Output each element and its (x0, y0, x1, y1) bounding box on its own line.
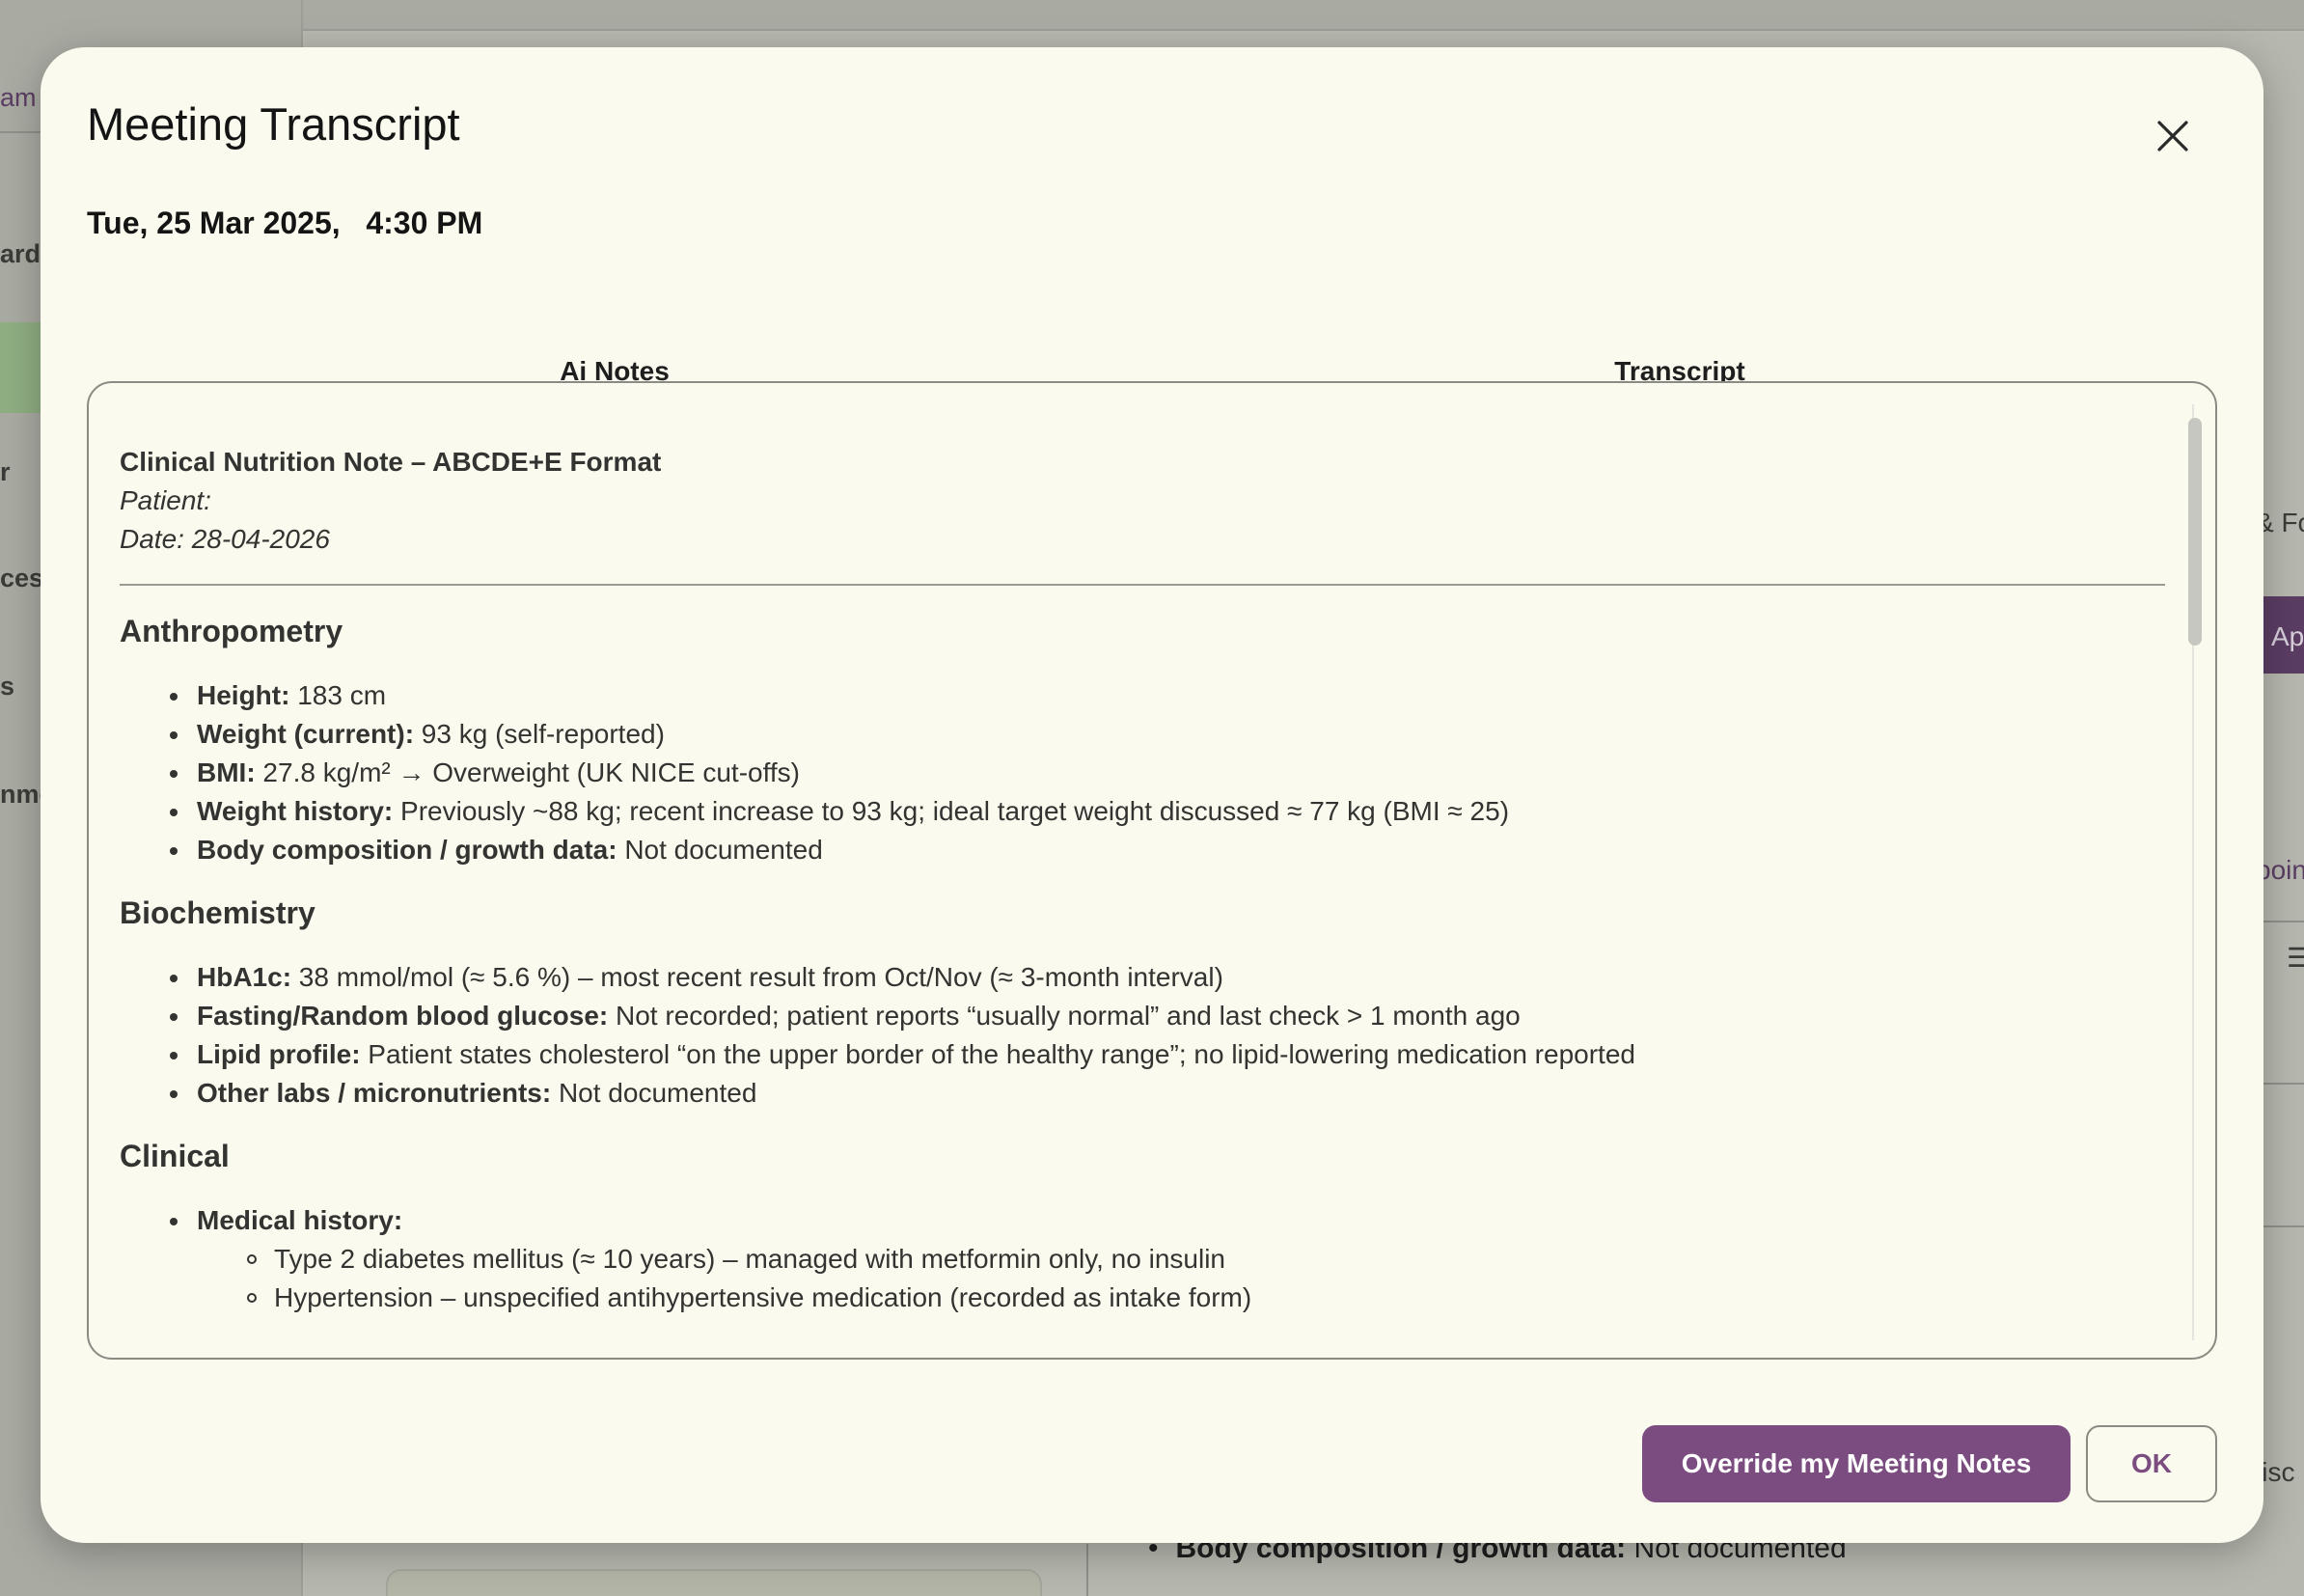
background-active-nav-highlight (0, 322, 41, 413)
list-item: Lipid profile: Patient states cholestero… (170, 1035, 2165, 1074)
ai-notes-content: Clinical Nutrition Note – ABCDE+E Format… (120, 443, 2165, 1338)
note-date: Date: 28-04-2026 (120, 524, 330, 554)
sub-list-item: Type 2 diabetes mellitus (≈ 10 years) – … (247, 1240, 2165, 1279)
meeting-datetime: Tue, 25 Mar 2025, 4:30 PM (87, 206, 482, 241)
background-nav-item: s (0, 672, 15, 701)
list-item: Height: 183 cm (170, 676, 2165, 715)
scrollbar-thumb[interactable] (2188, 418, 2202, 646)
clinical-list: Medical history: Type 2 diabetes mellitu… (120, 1201, 2165, 1317)
list-item: Body composition / growth data: Not docu… (170, 831, 2165, 869)
background-nav-item: r (0, 457, 11, 486)
background-divider (2263, 1083, 2304, 1085)
ok-button[interactable]: OK (2086, 1425, 2217, 1502)
background-nav-item: am (0, 83, 37, 112)
meeting-transcript-modal: Meeting Transcript Tue, 25 Mar 2025, 4:3… (41, 47, 2263, 1543)
meeting-time: 4:30 PM (366, 206, 483, 240)
list-item: Medical history: Type 2 diabetes mellitu… (170, 1201, 2165, 1317)
ai-notes-panel[interactable]: Clinical Nutrition Note – ABCDE+E Format… (87, 381, 2217, 1360)
background-divider (2263, 921, 2304, 922)
list-item: Weight (current): 93 kg (self-reported) (170, 715, 2165, 754)
background-divider (2263, 1225, 2304, 1227)
background-nav-item: ard (0, 239, 41, 268)
list-item: BMI: 27.8 kg/m² → Overweight (UK NICE cu… (170, 754, 2165, 792)
background-topbar (303, 0, 2304, 31)
note-divider (120, 584, 2165, 586)
list-item: Weight history: Previously ~88 kg; recen… (170, 792, 2165, 831)
override-meeting-notes-button[interactable]: Override my Meeting Notes (1642, 1425, 2071, 1502)
modal-title: Meeting Transcript (87, 98, 460, 150)
section-heading-biochemistry: Biochemistry (120, 895, 315, 930)
list-item: Other labs / micronutrients: Not documen… (170, 1074, 2165, 1113)
biochemistry-list: HbA1c: 38 mmol/mol (≈ 5.6 %) – most rece… (120, 958, 2165, 1113)
background-appointment-button: Appo (2263, 596, 2304, 674)
background-divider (1086, 1544, 1088, 1596)
note-patient: Patient: (120, 485, 211, 515)
sub-list-item: Hypertension – unspecified antihypertens… (247, 1279, 2165, 1317)
background-card (386, 1569, 1042, 1596)
close-icon (2157, 121, 2188, 151)
note-title: Clinical Nutrition Note – ABCDE+E Format (120, 447, 662, 477)
anthropometry-list: Height: 183 cm Weight (current): 93 kg (… (120, 676, 2165, 869)
list-item: Fasting/Random blood glucose: Not record… (170, 997, 2165, 1035)
section-heading-clinical: Clinical (120, 1139, 230, 1173)
close-button[interactable] (2144, 107, 2202, 165)
background-menu-icon: ☰ (2287, 943, 2304, 973)
meeting-date: Tue, 25 Mar 2025, (87, 206, 341, 240)
background-nav-item: ces (0, 564, 44, 592)
section-heading-anthropometry: Anthropometry (120, 614, 343, 648)
list-item: HbA1c: 38 mmol/mol (≈ 5.6 %) – most rece… (170, 958, 2165, 997)
clinical-sub-list: Type 2 diabetes mellitus (≈ 10 years) – … (197, 1240, 2165, 1317)
